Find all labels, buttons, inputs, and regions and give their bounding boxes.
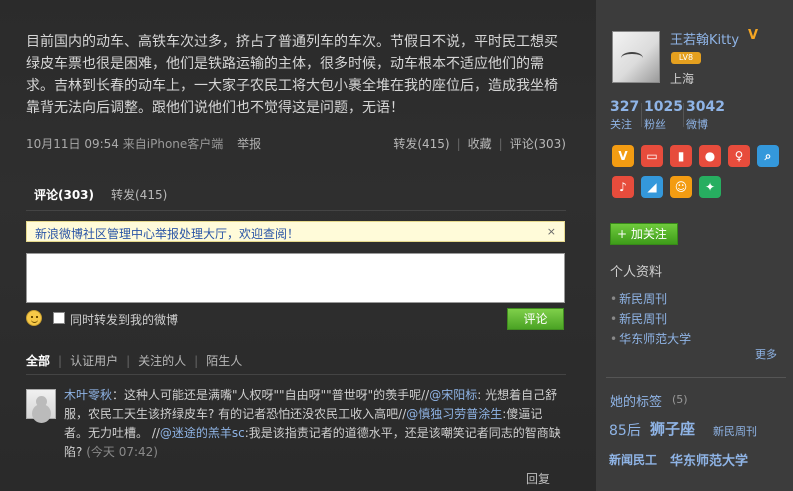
- post-text: 目前国内的动车、高铁车次过多，挤占了普通列车的车次。节假日不说，平时民工想买绿皮…: [26, 34, 558, 116]
- tag-item[interactable]: 新闻民工: [609, 451, 657, 468]
- post-date[interactable]: 10月11日 09:54: [26, 137, 119, 151]
- profile-info-item[interactable]: 华东师范大学: [610, 330, 691, 347]
- tag-item[interactable]: 85后: [609, 420, 641, 440]
- separator: |: [194, 354, 199, 368]
- repost-checkbox[interactable]: [53, 312, 65, 324]
- repost-link[interactable]: 转发(415): [393, 137, 449, 151]
- vip-icon[interactable]: V: [612, 145, 634, 167]
- verified-icon: V: [748, 28, 759, 43]
- comment-user[interactable]: 木叶零秋: [64, 388, 112, 402]
- mention-link[interactable]: @宋阳标: [429, 388, 477, 402]
- notice-banner: 新浪微博社区管理中心举报处理大厅，欢迎查阅！ ×: [26, 221, 565, 242]
- avatar[interactable]: [612, 31, 660, 83]
- divider: [26, 210, 566, 211]
- chat-icon[interactable]: ●: [699, 145, 721, 167]
- repost-checkbox-label: 同时转发到我的微博: [70, 313, 179, 327]
- report-link[interactable]: 举报: [237, 137, 261, 151]
- divider: [606, 377, 786, 378]
- smile-app-icon[interactable]: ☺: [670, 176, 692, 198]
- profile-stats: 327 关注 1025 粉丝 3042 微博: [610, 99, 790, 133]
- female-icon[interactable]: ♀: [728, 145, 750, 167]
- stat-number: 3042: [686, 99, 725, 115]
- mic-icon[interactable]: ♪: [612, 176, 634, 198]
- tags-title[interactable]: 她的标签: [610, 391, 662, 410]
- close-icon[interactable]: ×: [547, 225, 556, 238]
- chart-icon[interactable]: ▮: [670, 145, 692, 167]
- stat-following[interactable]: 327 关注: [610, 99, 639, 132]
- favorite-link[interactable]: 收藏: [468, 137, 492, 151]
- stat-label: 关注: [610, 118, 632, 131]
- separator: |: [456, 137, 461, 151]
- stat-number: 1025: [644, 99, 683, 115]
- comment-time: (今天 07:42): [86, 445, 158, 459]
- profile-location: 上海: [670, 72, 695, 86]
- post-meta: 10月11日 09:54 来自iPhone客户端 举报 转发(415) | 收藏 | 评…: [26, 135, 566, 151]
- notice-text[interactable]: 新浪微博社区管理中心举报处理大厅，欢迎查阅！: [35, 227, 299, 241]
- comment-input[interactable]: [26, 253, 565, 303]
- comment-body: 木叶零秋：这种人可能还是满嘴"人权呀""自由呀""普世呀"的羡手呢//@宋阳标:…: [64, 386, 564, 462]
- separator: |: [58, 354, 63, 368]
- avatar[interactable]: [26, 389, 56, 419]
- tv-icon[interactable]: ▭: [641, 145, 663, 167]
- divider: [683, 103, 684, 127]
- comment-tabs: 评论(303) 转发(415): [26, 186, 566, 206]
- post-source[interactable]: 来自iPhone客户端: [123, 137, 224, 151]
- stat-fans[interactable]: 1025 粉丝: [644, 99, 683, 132]
- stat-number: 327: [610, 99, 640, 115]
- profile-info-item[interactable]: 新民周刊: [610, 310, 667, 327]
- mention-link[interactable]: @慎独习劳普涂生: [406, 407, 502, 421]
- divider: [26, 374, 566, 375]
- stat-label: 粉丝: [644, 118, 666, 131]
- profile-info-title: 个人资料: [610, 265, 663, 280]
- follow-button[interactable]: + 加关注: [610, 223, 678, 245]
- reply-link[interactable]: 回复: [526, 470, 550, 487]
- more-link[interactable]: 更多: [755, 346, 777, 362]
- search-app-icon[interactable]: ⌕: [757, 145, 779, 167]
- divider: [641, 103, 642, 127]
- profile-info-item[interactable]: 新民周刊: [610, 290, 667, 307]
- tag-item[interactable]: 华东师范大学: [670, 450, 748, 469]
- main-feed: 目前国内的动车、高铁车次过多，挤占了普通列车的车次。节假日不说，平时民工想买绿皮…: [0, 0, 596, 491]
- filter-following[interactable]: 关注的人: [138, 354, 186, 368]
- separator: |: [126, 354, 131, 368]
- filter-verified[interactable]: 认证用户: [70, 354, 118, 368]
- level-badge[interactable]: LV8: [671, 52, 701, 64]
- filter-strangers[interactable]: 陌生人: [206, 354, 242, 368]
- filter-all[interactable]: 全部: [26, 354, 50, 368]
- tab-comments[interactable]: 评论(303): [34, 186, 94, 203]
- emoji-icon[interactable]: [26, 310, 42, 326]
- game-icon[interactable]: ✦: [699, 176, 721, 198]
- stat-label: 微博: [686, 118, 708, 131]
- tab-reposts[interactable]: 转发(415): [111, 186, 167, 203]
- photo-icon[interactable]: ◢: [641, 176, 663, 198]
- tags-count: (5): [672, 393, 688, 406]
- profile-name[interactable]: 王若翰Kitty: [670, 29, 739, 48]
- tag-item[interactable]: 狮子座: [650, 418, 695, 439]
- separator: |: [498, 137, 503, 151]
- tag-item[interactable]: 新民周刊: [713, 423, 757, 439]
- comment-filters: 全部 | 认证用户 | 关注的人 | 陌生人: [26, 352, 242, 368]
- submit-comment-button[interactable]: 评论: [507, 308, 564, 330]
- comment-link[interactable]: 评论(303): [510, 137, 566, 151]
- stat-weibo[interactable]: 3042 微博: [686, 99, 725, 132]
- comment-text: ：这种人可能还是满嘴"人权呀""自由呀""普世呀"的羡手呢//: [112, 388, 430, 402]
- mention-link[interactable]: @迷途的羔羊sc: [160, 426, 245, 440]
